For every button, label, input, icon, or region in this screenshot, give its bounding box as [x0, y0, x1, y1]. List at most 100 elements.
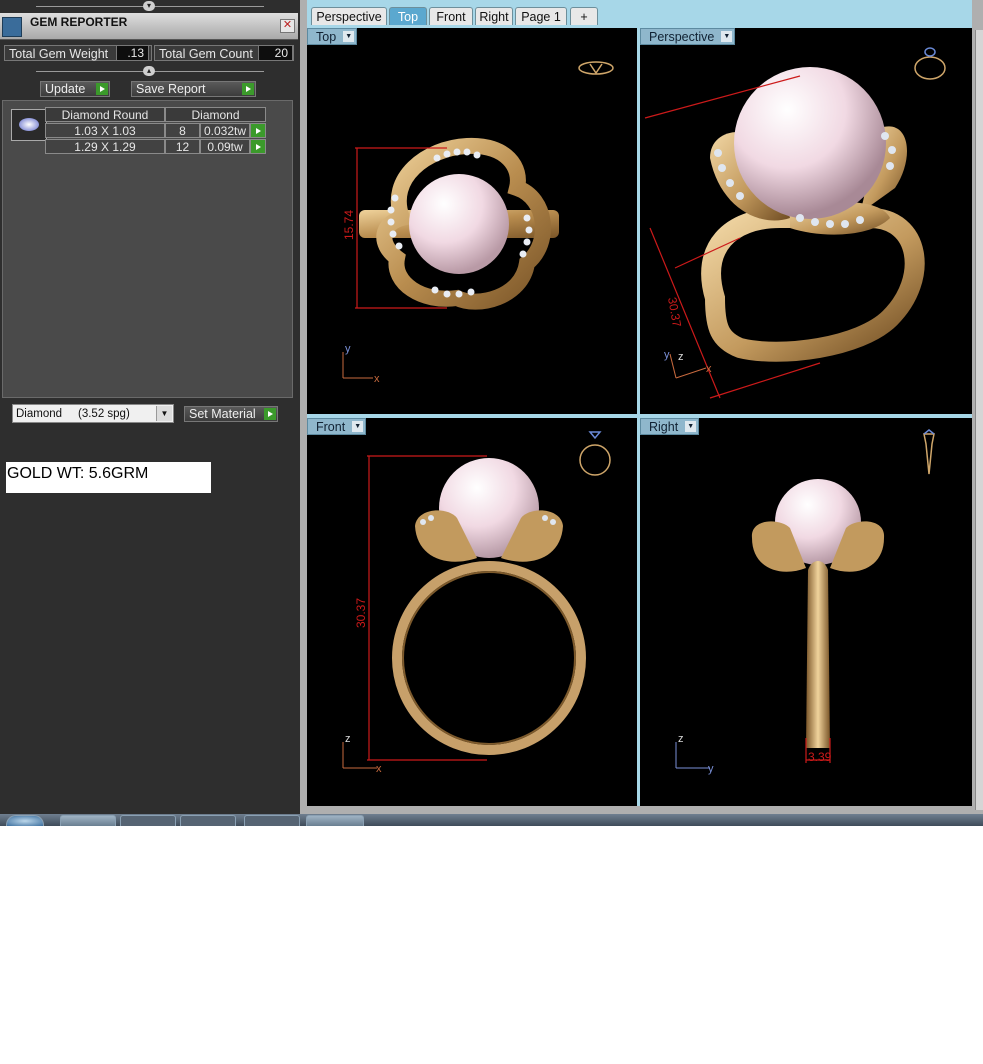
front-view-render: 30.37 z x	[342, 431, 611, 775]
ring-band-inner-edge	[402, 571, 576, 745]
material-select-value: Diamond (3.52 spg)	[16, 408, 130, 420]
taskbar	[0, 814, 983, 826]
right-view-render: 3.39 z y	[675, 429, 935, 775]
gem-reporter-header: GEM REPORTER ✕	[0, 13, 298, 40]
dimension-label: 15.74	[342, 210, 356, 240]
viewport-label-text: Right	[649, 420, 679, 434]
axis-y-label: y	[345, 343, 351, 355]
material-select[interactable]: Diamond (3.52 spg) ▼	[12, 404, 174, 423]
axis-x-label: x	[374, 373, 380, 385]
viewport-right[interactable]: 3.39 z y Right ▼	[640, 418, 972, 806]
gem-reporter-panel: ▾ GEM REPORTER ✕ Total Gem Weight .13 To…	[0, 0, 300, 814]
gem-size: 1.03 X 1.03	[45, 123, 165, 138]
pearl-shape	[409, 174, 509, 274]
update-button[interactable]: Update	[40, 81, 110, 97]
pearl-shape	[734, 67, 886, 219]
viewport-label-front[interactable]: Front ▼	[307, 418, 367, 435]
axis-x-label: x	[376, 763, 382, 775]
taskbar-app-icon[interactable]	[180, 815, 236, 826]
play-icon	[264, 408, 276, 420]
gem-weight: 0.032tw	[200, 123, 250, 138]
select-row-button[interactable]	[250, 123, 266, 138]
chevron-down-icon[interactable]: ▼	[685, 421, 697, 432]
collapse-handle-icon[interactable]: ▾	[143, 1, 155, 11]
save-report-button[interactable]: Save Report	[131, 81, 256, 97]
tab-right[interactable]: Right	[475, 7, 513, 25]
viewport-label-perspective[interactable]: Perspective ▼	[640, 28, 736, 45]
taskbar-app-explorer-icon[interactable]	[60, 815, 116, 826]
axis-z-label: z	[345, 733, 351, 745]
round-diamond-icon[interactable]	[11, 109, 47, 141]
axis-y-label: y	[664, 349, 670, 361]
axis-indicator	[342, 742, 377, 769]
viewport-label-text: Top	[316, 30, 337, 44]
viewport-top[interactable]: 15.74 y x Top ▼	[307, 28, 637, 414]
viewport-grid: 15.74 y x Top ▼ 30.37 y z x Perspective …	[307, 28, 972, 806]
column-header-diamond-round: Diamond Round	[45, 107, 165, 122]
ring-band-shape	[806, 561, 830, 748]
add-tab-icon[interactable]: +	[570, 7, 598, 25]
view-cube-icon[interactable]	[914, 47, 946, 80]
set-material-button[interactable]: Set Material	[184, 406, 278, 422]
axis-indicator	[342, 352, 373, 379]
tab-front[interactable]: Front	[429, 7, 473, 25]
viewport-label-text: Perspective	[649, 30, 715, 44]
chevron-down-icon[interactable]: ▼	[352, 421, 364, 432]
gem-list: Diamond Round Diamond 1.03 X 1.03 8 0.03…	[2, 100, 293, 398]
top-view-render: 15.74 y x	[342, 61, 614, 385]
view-tabs: Perspective Top Front Right Page 1 +	[307, 0, 972, 28]
view-cube-icon[interactable]	[923, 429, 935, 475]
tab-perspective[interactable]: Perspective	[311, 7, 387, 25]
gold-weight-note: GOLD WT: 5.6GRM	[6, 462, 211, 493]
ring-band-shape	[392, 561, 586, 755]
gem-count: 12	[165, 139, 200, 154]
play-icon	[242, 83, 254, 95]
taskbar-app-icon[interactable]	[120, 815, 176, 826]
viewport-label-text: Front	[316, 420, 346, 434]
panel-title: GEM REPORTER	[30, 15, 128, 29]
axis-indicator	[669, 353, 707, 379]
select-row-button[interactable]	[250, 139, 266, 154]
total-gem-weight-value: .13	[116, 45, 149, 61]
dimension-label: 3.39	[808, 750, 832, 764]
axis-x-label: x	[706, 363, 712, 375]
gem-weight: 0.09tw	[200, 139, 250, 154]
play-icon	[252, 141, 264, 153]
axis-z-label: z	[678, 351, 684, 363]
dimension-label: 30.37	[665, 296, 684, 328]
taskbar-app-rhino-icon[interactable]	[306, 815, 364, 826]
play-icon	[96, 83, 108, 95]
gem-count: 8	[165, 123, 200, 138]
ring-band-shape	[701, 208, 925, 362]
perspective-view-render: 30.37 y z x	[644, 47, 946, 399]
total-gem-count-value: 20	[258, 45, 293, 61]
update-button-label: Update	[45, 82, 86, 96]
axis-y-label: y	[708, 763, 714, 775]
set-material-label: Set Material	[189, 407, 256, 421]
dimension-label: 30.37	[354, 598, 368, 628]
scrollbar[interactable]	[975, 30, 983, 810]
viewport-label-right[interactable]: Right ▼	[640, 418, 700, 435]
column-header-diamond: Diamond	[165, 107, 266, 122]
taskbar-app-icon[interactable]	[244, 815, 300, 826]
view-cube-icon[interactable]	[578, 61, 614, 75]
start-button-icon[interactable]	[6, 815, 44, 826]
gem-size: 1.29 X 1.29	[45, 139, 165, 154]
view-cube-icon[interactable]	[579, 431, 611, 476]
viewport-label-top[interactable]: Top ▼	[307, 28, 358, 45]
chevron-down-icon[interactable]: ▼	[156, 406, 172, 421]
viewport-area: Perspective Top Front Right Page 1 + 15.…	[300, 0, 983, 814]
chevron-down-icon[interactable]: ▼	[343, 31, 355, 42]
viewport-perspective[interactable]: 30.37 y z x Perspective ▼	[640, 28, 972, 414]
axis-z-label: z	[678, 733, 684, 745]
gem-reporter-icon	[2, 17, 22, 37]
save-report-label: Save Report	[136, 82, 206, 96]
viewport-front[interactable]: 30.37 z x Front ▼	[307, 418, 637, 806]
chevron-down-icon[interactable]: ▼	[721, 31, 733, 42]
tab-top[interactable]: Top	[389, 7, 427, 25]
tab-page-1[interactable]: Page 1	[515, 7, 567, 25]
expand-handle-icon[interactable]: ▴	[143, 66, 155, 76]
close-icon[interactable]: ✕	[280, 19, 295, 33]
axis-indicator	[675, 742, 710, 769]
play-icon	[252, 125, 264, 137]
